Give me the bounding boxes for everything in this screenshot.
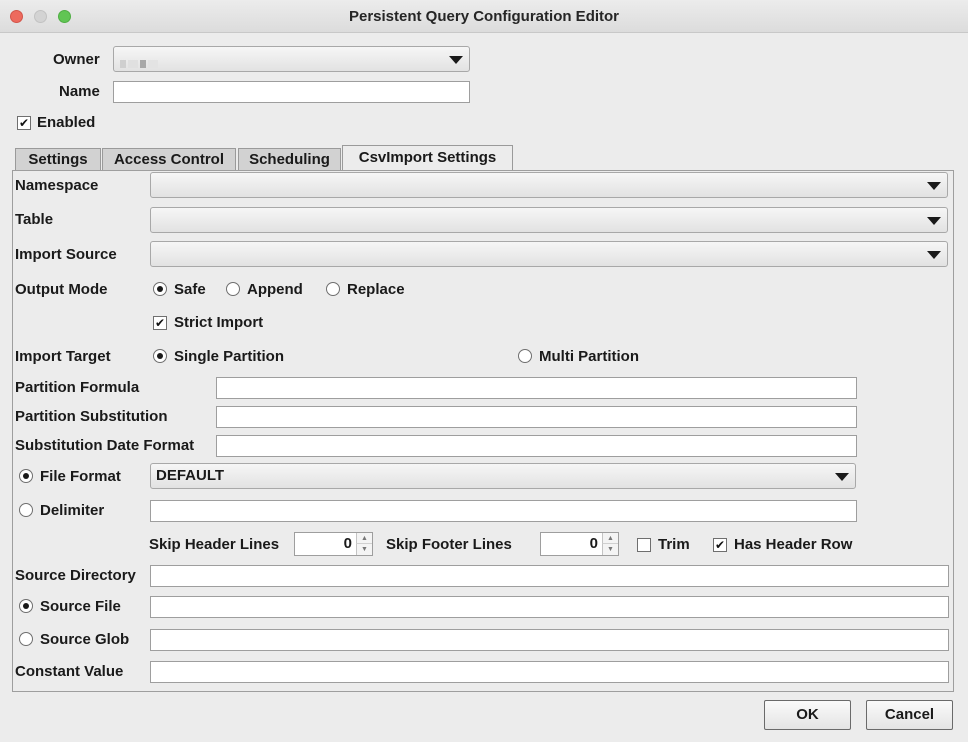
enabled-checkbox[interactable]: ✔ <box>17 116 31 130</box>
partition-formula-label: Partition Formula <box>15 379 140 396</box>
chevron-down-icon <box>835 473 849 481</box>
substitution-date-format-label: Substitution Date Format <box>15 437 195 454</box>
output-mode-append-label: Append <box>247 281 303 298</box>
spinner-up-icon[interactable]: ▲ <box>356 533 372 544</box>
name-input[interactable] <box>113 81 470 103</box>
partition-substitution-input[interactable] <box>216 406 857 428</box>
multi-partition-radio[interactable] <box>518 349 532 363</box>
table-label: Table <box>15 211 54 228</box>
import-source-dropdown[interactable] <box>150 241 948 267</box>
spinner-down-icon[interactable]: ▼ <box>356 544 372 555</box>
source-directory-input[interactable] <box>150 565 949 587</box>
file-format-label: File Format <box>40 468 121 485</box>
tab-scheduling[interactable]: Scheduling <box>238 148 341 170</box>
source-directory-label: Source Directory <box>15 567 136 584</box>
delimiter-input[interactable] <box>150 500 857 522</box>
skip-header-lines-label: Skip Header Lines <box>149 536 280 553</box>
tab-csvimport-settings[interactable]: CsvImport Settings <box>342 145 513 171</box>
delimiter-label: Delimiter <box>40 502 105 519</box>
trim-label: Trim <box>658 536 690 553</box>
source-file-input[interactable] <box>150 596 949 618</box>
constant-value-input[interactable] <box>150 661 949 683</box>
owner-value-redacted <box>120 55 160 68</box>
strict-import-checkbox[interactable]: ✔ <box>153 316 167 330</box>
namespace-dropdown[interactable] <box>150 172 948 198</box>
chevron-down-icon <box>449 56 463 64</box>
partition-substitution-label: Partition Substitution <box>15 408 168 425</box>
namespace-label: Namespace <box>15 177 99 194</box>
multi-partition-label: Multi Partition <box>539 348 639 365</box>
source-glob-input[interactable] <box>150 629 949 651</box>
file-format-radio[interactable] <box>19 469 33 483</box>
output-mode-label: Output Mode <box>15 281 108 298</box>
single-partition-label: Single Partition <box>174 348 285 365</box>
source-file-label: Source File <box>40 598 121 615</box>
output-mode-replace-radio[interactable] <box>326 282 340 296</box>
substitution-date-format-input[interactable] <box>216 435 857 457</box>
owner-dropdown[interactable] <box>113 46 470 72</box>
output-mode-safe-label: Safe <box>174 281 206 298</box>
chevron-down-icon <box>927 251 941 259</box>
source-file-radio[interactable] <box>19 599 33 613</box>
skip-footer-lines-spinner[interactable]: 0 ▲ ▼ <box>540 532 619 556</box>
skip-footer-lines-label: Skip Footer Lines <box>386 536 512 553</box>
tab-settings[interactable]: Settings <box>15 148 101 170</box>
output-mode-append-radio[interactable] <box>226 282 240 296</box>
cancel-button[interactable]: Cancel <box>866 700 953 730</box>
enabled-label: Enabled <box>37 114 96 131</box>
file-format-dropdown[interactable]: DEFAULT <box>150 463 856 489</box>
strict-import-label: Strict Import <box>174 314 264 331</box>
skip-header-lines-spinner[interactable]: 0 ▲ ▼ <box>294 532 373 556</box>
output-mode-safe-radio[interactable] <box>153 282 167 296</box>
source-glob-radio[interactable] <box>19 632 33 646</box>
chevron-down-icon <box>927 217 941 225</box>
partition-formula-input[interactable] <box>216 377 857 399</box>
owner-label: Owner <box>53 51 100 68</box>
name-label: Name <box>59 83 100 100</box>
skip-footer-lines-value: 0 <box>589 535 598 552</box>
output-mode-replace-label: Replace <box>347 281 405 298</box>
import-target-label: Import Target <box>15 348 111 365</box>
import-source-label: Import Source <box>15 246 117 263</box>
chevron-down-icon <box>927 182 941 190</box>
window-title: Persistent Query Configuration Editor <box>348 8 620 25</box>
single-partition-radio[interactable] <box>153 349 167 363</box>
spinner-up-icon[interactable]: ▲ <box>602 533 618 544</box>
skip-header-lines-value: 0 <box>343 535 352 552</box>
trim-checkbox[interactable] <box>637 538 651 552</box>
delimiter-radio[interactable] <box>19 503 33 517</box>
source-glob-label: Source Glob <box>40 631 130 648</box>
constant-value-label: Constant Value <box>15 663 124 680</box>
table-dropdown[interactable] <box>150 207 948 233</box>
ok-button[interactable]: OK <box>764 700 851 730</box>
tab-access-control[interactable]: Access Control <box>102 148 236 170</box>
has-header-row-checkbox[interactable]: ✔ <box>713 538 727 552</box>
spinner-down-icon[interactable]: ▼ <box>602 544 618 555</box>
file-format-value: DEFAULT <box>156 467 225 484</box>
has-header-row-label: Has Header Row <box>734 536 853 553</box>
